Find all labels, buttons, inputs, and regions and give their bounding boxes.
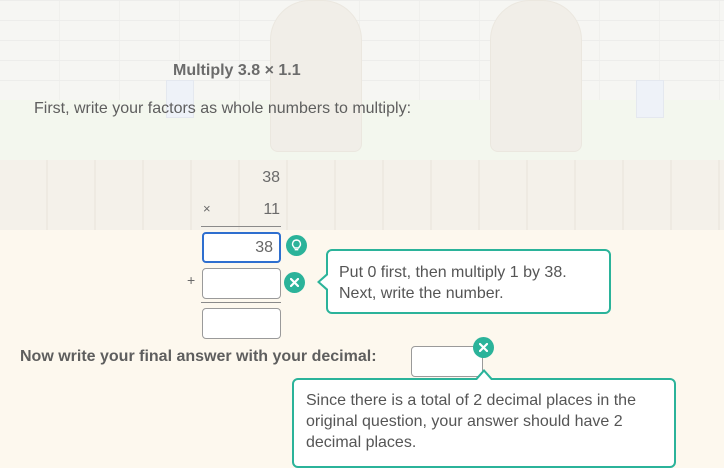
close-icon[interactable] (473, 337, 494, 358)
plus-sign: + (187, 272, 196, 288)
background-floor (0, 160, 724, 230)
background-statue (490, 0, 582, 152)
final-answer-input[interactable] (411, 346, 483, 377)
tooltip-pointer (475, 369, 493, 380)
addition-divider (201, 302, 281, 303)
problem-title: Multiply 3.8 × 1.1 (173, 62, 301, 79)
background-banner (636, 80, 664, 118)
factor-top: 38 (262, 169, 280, 186)
partial-product-2-input[interactable] (202, 268, 281, 299)
close-icon[interactable] (284, 272, 305, 293)
background-bricks (0, 0, 724, 100)
tooltip-pointer (317, 273, 328, 291)
lightbulb-icon[interactable] (286, 235, 307, 256)
final-answer-label: Now write your final answer with your de… (20, 348, 377, 365)
hint-tooltip-partial-product: Put 0 first, then multiply 1 by 38. Next… (317, 249, 611, 314)
multiplication-divider (201, 226, 281, 227)
partial-product-1-input[interactable]: 38 (202, 232, 281, 263)
times-sign: × (203, 201, 211, 216)
hint-tooltip-final-answer: Since there is a total of 2 decimal plac… (292, 369, 676, 468)
sum-input[interactable] (202, 308, 281, 339)
hint-text: Put 0 first, then multiply 1 by 38. Next… (339, 264, 567, 302)
hint-text: Since there is a total of 2 decimal plac… (306, 392, 636, 451)
instruction-text: First, write your factors as whole numbe… (34, 100, 412, 117)
factor-bottom: 11 (263, 201, 280, 218)
